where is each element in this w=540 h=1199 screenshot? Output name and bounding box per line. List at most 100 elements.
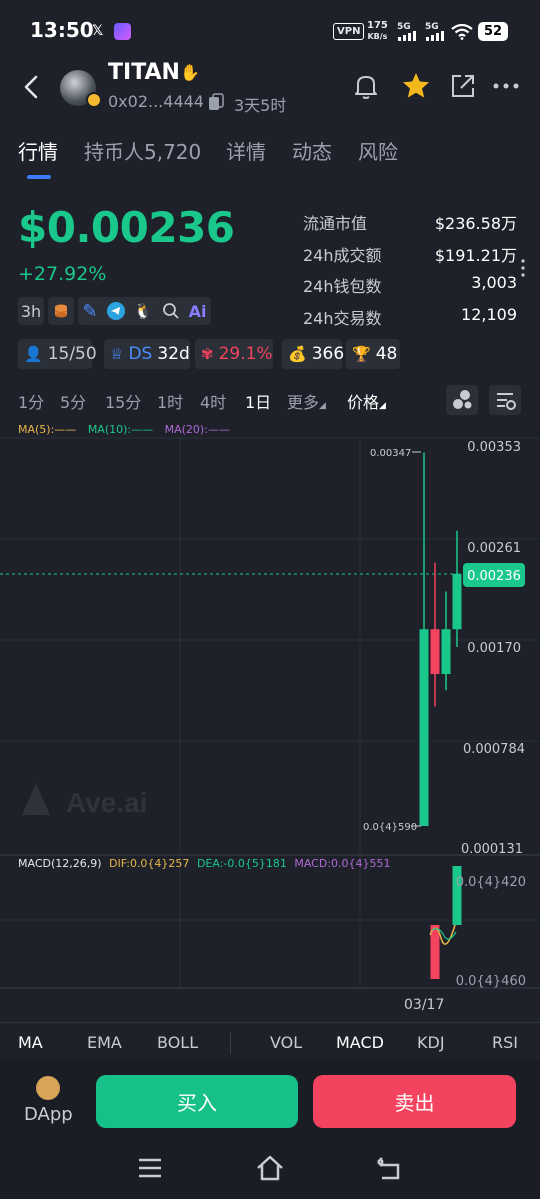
macd-histogram-bar [430,925,440,979]
interval-15m[interactable]: 15分 [105,389,141,413]
concentration-chip[interactable]: ✾ 29.1% [195,339,273,369]
dropdown-arrow-icon: ◢ [379,401,386,411]
macd-legend-dif: DIF:0.0{4}257 [109,857,190,870]
trophy-icon: 🏆 [352,345,371,363]
indicator-ema[interactable]: EMA [87,1033,122,1052]
stat-label: 24h成交额 [303,245,382,265]
money-bag-icon: 💰 [288,345,307,363]
age-chip[interactable]: 3h [18,297,44,325]
macd-legend: MACD(12,26,9) DIF:0.0{4}257 DEA:-0.0{5}1… [18,857,391,870]
social-links: ✎ 🐧 Ai [78,297,211,325]
candle-body [430,629,440,675]
pancake-dapp-icon[interactable] [36,1076,60,1100]
ma5-legend: MA(5):—— [18,423,77,436]
candle-body [452,573,462,630]
chain-badge-icon [86,92,102,108]
price-mode-label: 价格 [347,393,380,412]
candles-group [419,452,462,826]
interval-1d[interactable]: 1日 [245,389,271,413]
watermark: Ave.ai [22,783,147,818]
copy-icon[interactable] [208,93,224,111]
trophy-count: 48 [375,344,398,364]
y-tick-label: 0.000131 [461,842,523,857]
y-tick-label: 0.00353 [467,440,521,455]
stat-row: 24h钱包数 3,003 [303,273,517,305]
signal-bars-1-icon [398,31,416,41]
interval-more-dropdown[interactable]: 更多◢ [287,389,326,413]
tab-details[interactable]: 详情 [226,136,266,165]
dev-status-chip[interactable]: ♕ DS 32d [104,339,190,369]
macd-legend-name: MACD(12,26,9) [18,857,102,870]
divider [0,1022,540,1023]
stat-label: 24h交易数 [303,308,382,328]
x-axis-date: 03/17 [404,997,445,1013]
bundle-icon: ✾ [201,345,214,363]
status-time: 13:50 [30,18,94,42]
chart-style-button[interactable] [446,385,478,415]
feather-icon[interactable]: ✎ [83,301,98,322]
ma10-legend: MA(10):—— [87,423,154,436]
speed-unit: KB/s [367,32,388,41]
stat-row: 24h成交额 $191.21万 [303,242,517,274]
indicator-boll[interactable]: BOLL [157,1033,198,1052]
telegram-icon[interactable] [106,302,125,320]
verified-hand-icon: ✋ [180,63,200,82]
coin-stack-icon[interactable] [48,297,74,325]
tab-holders[interactable]: 持币人5,720 [84,136,201,165]
token-stats: 流通市值 $236.58万 24h成交额 $191.21万 24h钱包数 3,003 … [303,210,517,336]
bell-icon[interactable] [350,70,382,102]
tab-market[interactable]: 行情 [18,136,58,165]
battery-indicator: 52 [478,22,508,41]
indicator-rsi[interactable]: RSI [492,1033,518,1052]
favorite-star-icon[interactable] [400,70,432,102]
sell-button[interactable]: 卖出 [313,1075,516,1128]
high-price-label: 0.00347 [370,448,411,459]
qq-icon[interactable]: 🐧 [134,302,153,320]
interval-1h[interactable]: 1时 [157,389,183,413]
concentration-value: 29.1% [218,344,273,364]
interval-1m[interactable]: 1分 [18,389,44,413]
stats-more-icon[interactable] [520,258,526,278]
y-tick-label: 0.00170 [467,641,521,656]
indicator-kdj[interactable]: KDJ [417,1033,445,1052]
signal-bars-2-icon [426,31,444,41]
more-menu-icon[interactable] [490,70,522,102]
y-tick-label: 0.000784 [463,742,525,757]
interval-4h[interactable]: 4时 [200,389,226,413]
return-icon[interactable] [374,1152,406,1184]
back-arrow-icon[interactable] [18,72,48,102]
search-icon[interactable] [162,302,180,320]
money-count: 366 [311,344,345,364]
app-notification-icon [114,23,131,40]
home-icon[interactable] [254,1152,286,1184]
indicator-macd[interactable]: MACD [336,1033,384,1052]
price-mode-dropdown[interactable]: 价格◢ [347,389,386,413]
y-tick-label: 0.00261 [467,541,521,556]
stat-label: 流通市值 [303,214,368,233]
macd-tick-label: 0.0{4}420 [456,875,526,890]
buy-button[interactable]: 买入 [96,1075,298,1128]
trophy-chip[interactable]: 🏆 48 [346,339,400,369]
candle-body [419,629,429,826]
chart-settings-icon [497,393,516,410]
ma-legend: MA(5):—— MA(10):—— MA(20):—— [18,423,230,436]
tab-risk[interactable]: 风险 [358,136,398,165]
ai-icon[interactable]: Ai [189,302,207,321]
tab-activity[interactable]: 动态 [292,136,332,165]
indicator-ma[interactable]: MA [18,1033,43,1052]
stat-label: 24h钱包数 [303,277,382,296]
interval-more-label: 更多 [287,393,320,412]
money-bag-chip[interactable]: 💰 366 [282,339,345,369]
holders-ratio-chip[interactable]: 👤 15/50 [18,339,97,369]
section-tabs: 行情 持币人5,720 详情 动态 风险 [0,136,540,180]
indicator-vol[interactable]: VOL [270,1033,302,1052]
macd-legend-macd: MACD:0.0{4}551 [294,857,391,870]
share-icon[interactable] [447,70,479,102]
price-chart[interactable]: Ave.ai 0.00347 0.0{4}590 0.00353 0.00261… [0,418,540,998]
user-star-icon: 👤 [24,345,43,363]
menu-icon[interactable] [134,1152,166,1184]
interval-5m[interactable]: 5分 [60,389,86,413]
dapp-label[interactable]: DApp [24,1104,73,1125]
stat-value: $236.58万 [434,214,517,233]
chart-settings-button[interactable] [489,385,521,415]
